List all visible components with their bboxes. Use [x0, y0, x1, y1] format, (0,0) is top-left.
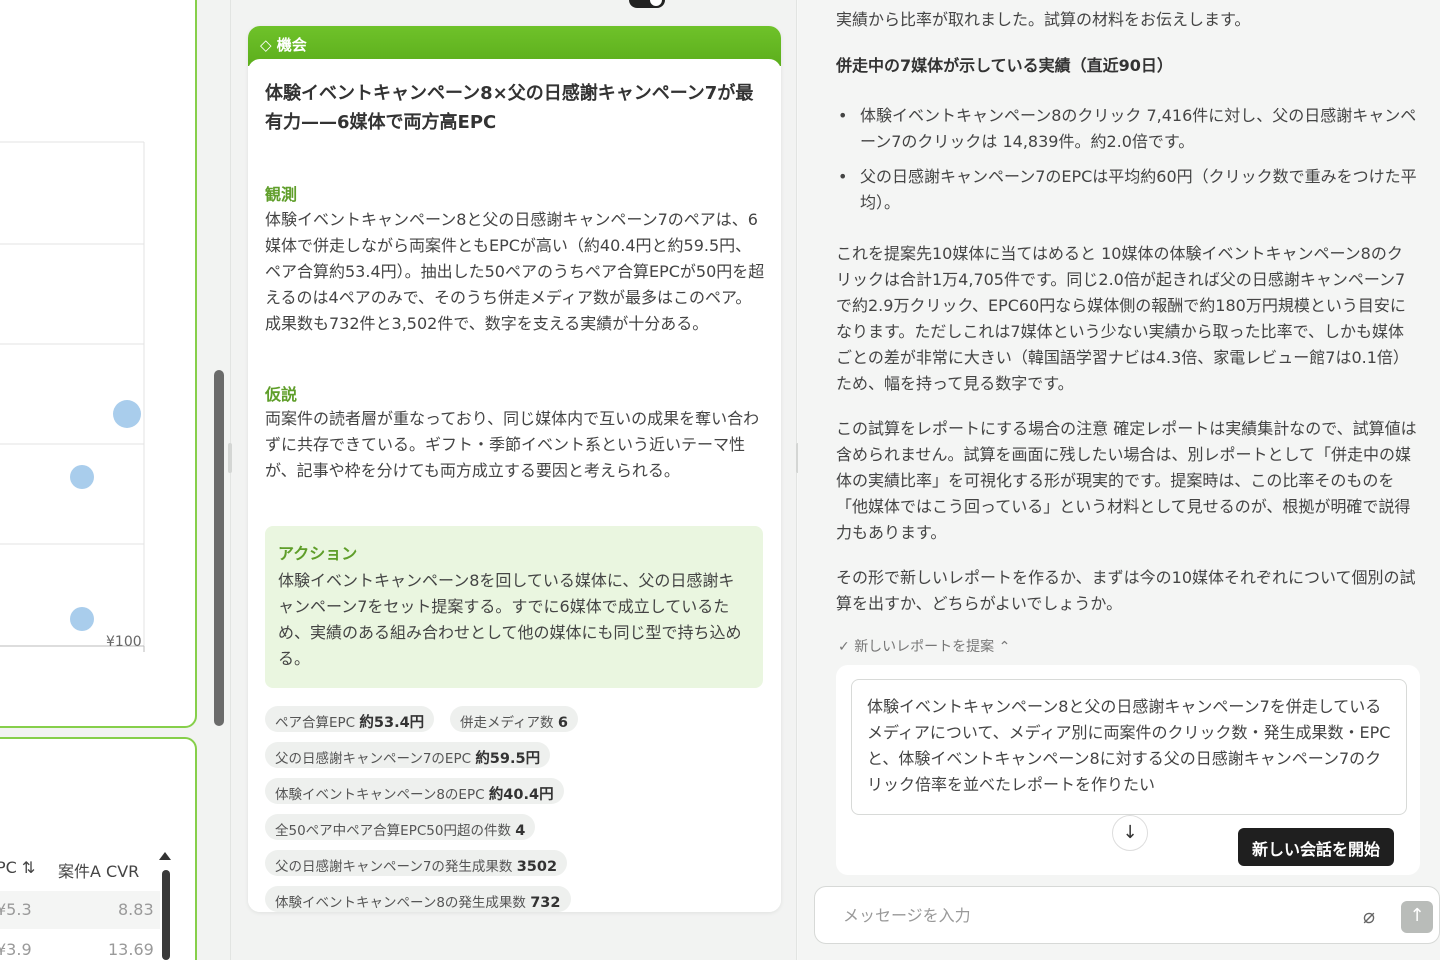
gem-icon: ◇ — [260, 36, 272, 54]
chevron-up-icon: ⌃ — [998, 639, 1011, 655]
scroll-down-button[interactable]: ↓ — [1112, 815, 1148, 851]
metric-chip: 全50ペア中ペア合算EPC50円超の件数 4 — [265, 814, 536, 840]
observation-heading: 観測 — [265, 185, 298, 204]
table-cell: 13.69 — [108, 940, 154, 959]
message-input[interactable] — [843, 901, 1323, 929]
hypothesis-heading: 仮説 — [265, 385, 298, 404]
action-text: 体験イベントキャンペーン8を回している媒体に、父の日感謝キャンペーン7をセット提… — [278, 571, 742, 668]
metric-chip: 父の日感謝キャンペーン7の発生成果数 3502 — [265, 850, 568, 876]
metric-chip: ペア合算EPC 約53.4円 — [265, 706, 435, 732]
actuals-heading: 併走中の7媒体が示している実績（直近90日） — [836, 56, 1173, 75]
new-chat-button[interactable]: 新しい会話を開始 — [1238, 828, 1395, 866]
chart-point[interactable] — [113, 400, 141, 428]
table-cell: 8.83 — [118, 900, 154, 919]
table-scrollbar[interactable] — [162, 870, 170, 960]
chat-panel: 実績から比率が取れました。試算の材料をお伝えします。 併走中の7媒体が示している… — [798, 0, 1440, 960]
message-input-bar: ⌀ ↑ — [814, 886, 1440, 944]
insight-panel: ◇ 機会 体験イベントキャンペーン8×父の日感謝キャンペーン7が最有力——6媒体… — [228, 0, 800, 960]
scatter-chart — [0, 141, 145, 652]
observation-text: 体験イベントキャンペーン8と父の日感謝キャンペーン7のペアは、6媒体で併走しなが… — [265, 210, 765, 333]
metric-chip: 体験イベントキャンペーン8のEPC 約40.4円 — [265, 778, 564, 804]
x-axis-tick-label: ¥100 — [106, 634, 142, 650]
table-cell: ¥5.3 — [0, 900, 32, 919]
metric-chip: 併走メディア数 6 — [450, 706, 578, 732]
table-scroll-up-icon[interactable] — [159, 852, 171, 860]
send-button[interactable]: ↑ — [1401, 901, 1433, 933]
highlight-toggle[interactable] — [629, 0, 665, 8]
resize-handle[interactable] — [228, 443, 232, 473]
chart-point[interactable] — [70, 465, 94, 489]
proposal-toggle[interactable]: ✓ 新しいレポートを提案 ⌃ — [838, 636, 1010, 656]
opportunity-card: ◇ 機会 体験イベントキャンペーン8×父の日感謝キャンペーン7が最有力——6媒体… — [248, 26, 781, 912]
left-panel-scrollbar[interactable] — [214, 370, 224, 726]
report-proposal-card: 体験イベントキャンペーン8と父の日感謝キャンペーン7を併走しているメディアについ… — [836, 665, 1420, 875]
scatter-chart-card: ¥100 — [0, 0, 197, 728]
paperclip-icon[interactable]: ⌀ — [1363, 904, 1375, 928]
check-icon: ✓ — [838, 639, 850, 655]
list-item: 父の日感謝キャンペーン7のEPCは平均約60円（クリック数で重みをつけた平均）。 — [836, 164, 1418, 216]
chart-gridlines — [0, 141, 145, 652]
assistant-message-text: 実績から比率が取れました。試算の材料をお伝えします。 — [836, 10, 1251, 29]
metric-chip: 父の日感謝キャンペーン7のEPC 約59.5円 — [265, 742, 551, 768]
action-box: アクション 体験イベントキャンペーン8を回している媒体に、父の日感謝キャンペーン… — [265, 526, 763, 688]
proposal-toggle-label: 新しいレポートを提案 — [854, 639, 995, 655]
arrow-up-icon: ↑ — [1409, 905, 1425, 926]
left-panel: ¥100 PC ⇅ 案件A CVR ¥5.3 8.83 ¥3.9 13.69 — [0, 0, 230, 960]
list-item: 体験イベントキャンペーン8のクリック 7,416件に対し、父の日感謝キャンペーン… — [836, 103, 1418, 155]
assistant-message-text: この試算をレポートにする場合の注意 確定レポートは実績集計なので、試算値は含めら… — [836, 419, 1417, 542]
column-header-epc[interactable]: PC ⇅ — [0, 858, 35, 877]
card-body: 体験イベントキャンペーン8×父の日感謝キャンペーン7が最有力——6媒体で両方高E… — [248, 59, 781, 912]
assistant-message-text: これを提案先10媒体に当てはめると 10媒体の体験イベントキャンペーン8のクリッ… — [836, 244, 1409, 393]
metric-chip: 体験イベントキャンペーン8の発生成果数 732 — [265, 886, 571, 912]
proposal-text: 体験イベントキャンペーン8と父の日感謝キャンペーン7を併走しているメディアについ… — [851, 679, 1407, 815]
hypothesis-text: 両案件の読者層が重なっており、同じ媒体内で互いの成果を奪い合わずに共存できている… — [265, 409, 760, 480]
card-title: 体験イベントキャンペーン8×父の日感謝キャンペーン7が最有力——6媒体で両方高E… — [265, 83, 754, 133]
arrow-down-icon: ↓ — [1122, 822, 1138, 843]
column-header-cvr[interactable]: 案件A CVR — [58, 858, 139, 882]
assistant-message-text: その形で新しいレポートを作るか、まずは今の10媒体それぞれについて個別の試算を出… — [836, 568, 1416, 613]
action-heading: アクション — [278, 544, 358, 563]
chart-point[interactable] — [70, 607, 94, 631]
card-badge-label: 機会 — [276, 36, 307, 54]
table-cell: ¥3.9 — [0, 940, 32, 959]
